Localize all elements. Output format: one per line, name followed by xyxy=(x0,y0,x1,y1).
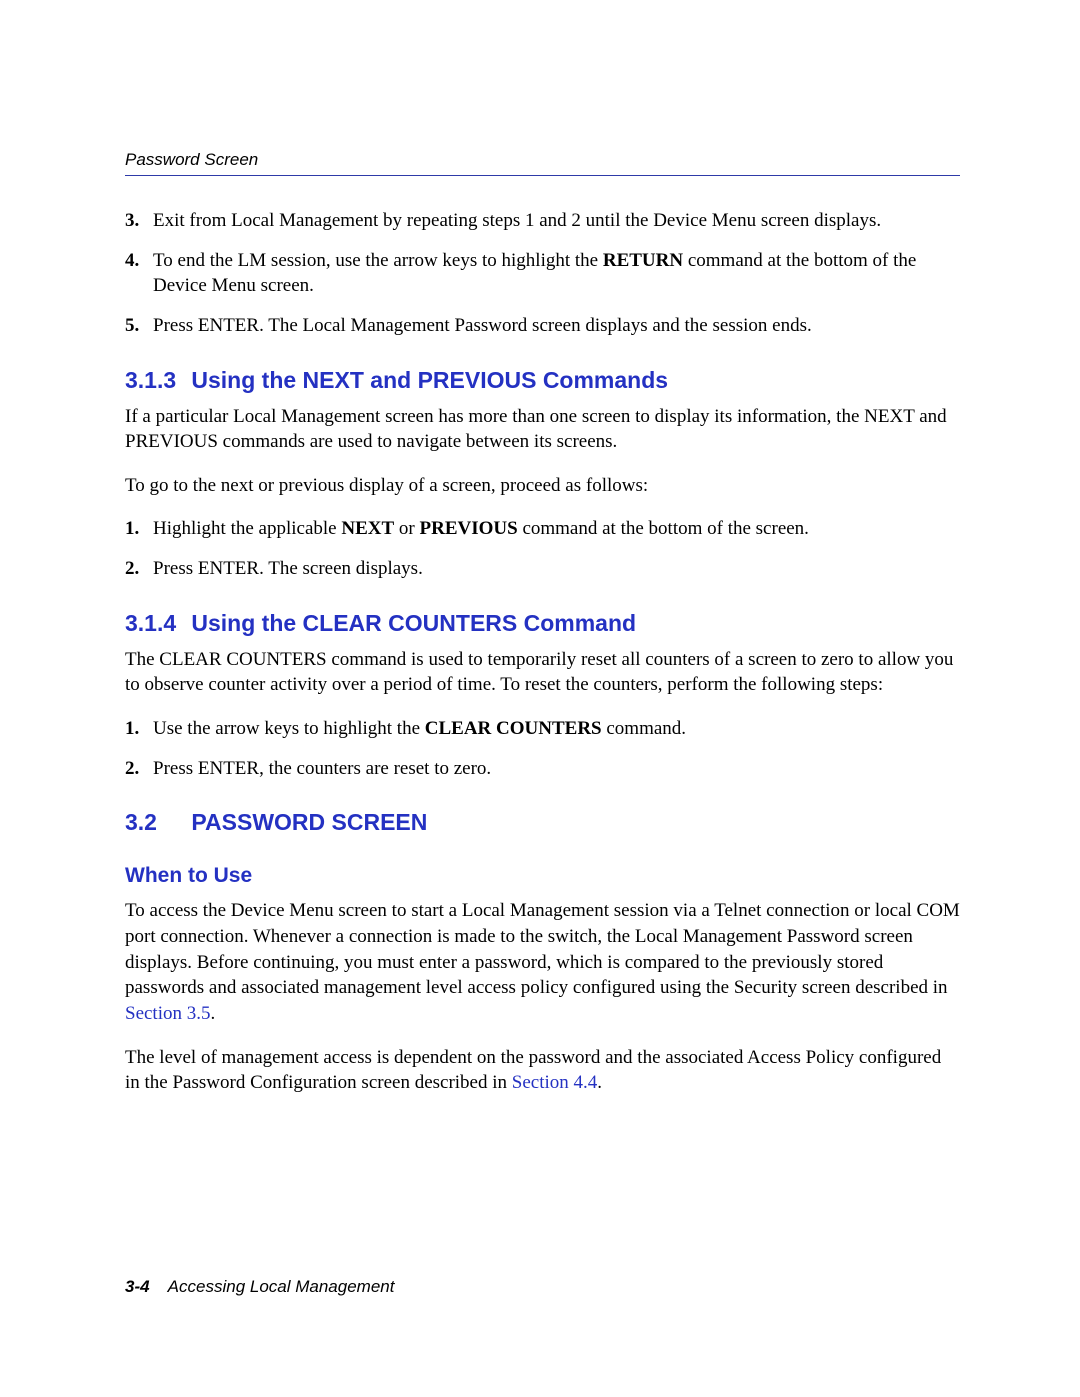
chapter-title: Accessing Local Management xyxy=(168,1277,395,1296)
list-number: 5. xyxy=(125,313,153,339)
body-text: The level of management access is depend… xyxy=(125,1045,960,1096)
cross-reference-link[interactable]: Section 3.5 xyxy=(125,1003,211,1024)
page-number: 3-4 xyxy=(125,1277,150,1296)
list-item: 1.Use the arrow keys to highlight the CL… xyxy=(125,716,960,742)
steps-list-314: 1.Use the arrow keys to highlight the CL… xyxy=(125,716,960,781)
section-title: PASSWORD SCREEN xyxy=(191,809,427,835)
body-text: To go to the next or previous display of… xyxy=(125,473,960,499)
section-number: 3.1.3 xyxy=(125,367,185,394)
body-text: If a particular Local Management screen … xyxy=(125,404,960,455)
section-number: 3.1.4 xyxy=(125,610,185,637)
list-text: Highlight the applicable NEXT or PREVIOU… xyxy=(153,516,960,542)
body-text: To access the Device Menu screen to star… xyxy=(125,898,960,1026)
list-number: 2. xyxy=(125,756,153,782)
list-item: 2.Press ENTER. The screen displays. xyxy=(125,556,960,582)
section-heading-313: 3.1.3 Using the NEXT and PREVIOUS Comman… xyxy=(125,367,960,394)
continuation-list: 3.Exit from Local Management by repeatin… xyxy=(125,208,960,339)
page-footer: 3-4 Accessing Local Management xyxy=(125,1277,394,1297)
list-item: 3.Exit from Local Management by repeatin… xyxy=(125,208,960,234)
list-text: Press ENTER. The screen displays. xyxy=(153,556,960,582)
cross-reference-link[interactable]: Section 4.4 xyxy=(512,1072,598,1093)
list-number: 2. xyxy=(125,556,153,582)
list-number: 1. xyxy=(125,516,153,542)
list-text: Press ENTER, the counters are reset to z… xyxy=(153,756,960,782)
sub-heading-when-to-use: When to Use xyxy=(125,864,960,888)
section-title: Using the NEXT and PREVIOUS Commands xyxy=(191,367,668,393)
section-number: 3.2 xyxy=(125,809,185,836)
list-item: 4.To end the LM session, use the arrow k… xyxy=(125,248,960,299)
page-content: Password Screen 3.Exit from Local Manage… xyxy=(0,0,1080,1096)
list-text: Press ENTER. The Local Management Passwo… xyxy=(153,313,960,339)
list-text: To end the LM session, use the arrow key… xyxy=(153,248,960,299)
section-heading-32: 3.2 PASSWORD SCREEN xyxy=(125,809,960,836)
section-heading-314: 3.1.4 Using the CLEAR COUNTERS Command xyxy=(125,610,960,637)
list-item: 2.Press ENTER, the counters are reset to… xyxy=(125,756,960,782)
list-text: Exit from Local Management by repeating … xyxy=(153,208,960,234)
list-item: 5.Press ENTER. The Local Management Pass… xyxy=(125,313,960,339)
list-text: Use the arrow keys to highlight the CLEA… xyxy=(153,716,960,742)
list-number: 1. xyxy=(125,716,153,742)
page-header: Password Screen xyxy=(125,150,960,176)
section-title: Using the CLEAR COUNTERS Command xyxy=(191,610,636,636)
list-item: 1.Highlight the applicable NEXT or PREVI… xyxy=(125,516,960,542)
steps-list-313: 1.Highlight the applicable NEXT or PREVI… xyxy=(125,516,960,581)
breadcrumb: Password Screen xyxy=(125,150,258,169)
body-text: The CLEAR COUNTERS command is used to te… xyxy=(125,647,960,698)
list-number: 4. xyxy=(125,248,153,299)
list-number: 3. xyxy=(125,208,153,234)
